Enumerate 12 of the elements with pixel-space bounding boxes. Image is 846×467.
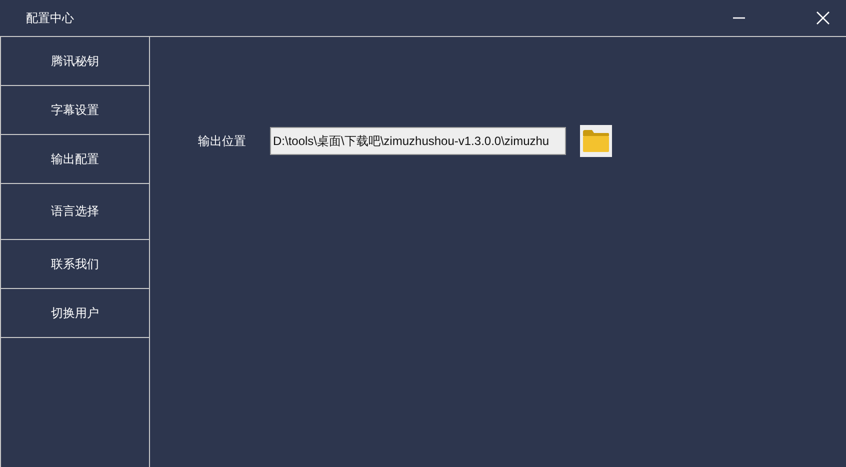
sidebar-item[interactable]: 腾讯秘钥: [1, 37, 149, 86]
sidebar-item[interactable]: 输出配置: [1, 135, 149, 184]
sidebar-item[interactable]: 切换用户: [1, 289, 149, 338]
sidebar-item[interactable]: 字幕设置: [1, 86, 149, 135]
field-label: 输出位置: [198, 132, 247, 150]
folder-icon: [582, 130, 610, 152]
close-icon: [816, 11, 830, 25]
sidebar-item[interactable]: 联系我们: [1, 240, 149, 289]
close-button[interactable]: [814, 9, 832, 27]
window-title: 配置中心: [26, 10, 74, 26]
sidebar-item[interactable]: 语言选择: [1, 184, 149, 240]
output-path-field[interactable]: D:\tools\桌面\下载吧\zimuzhushou-v1.3.0.0\zimuzhu: [270, 127, 566, 155]
